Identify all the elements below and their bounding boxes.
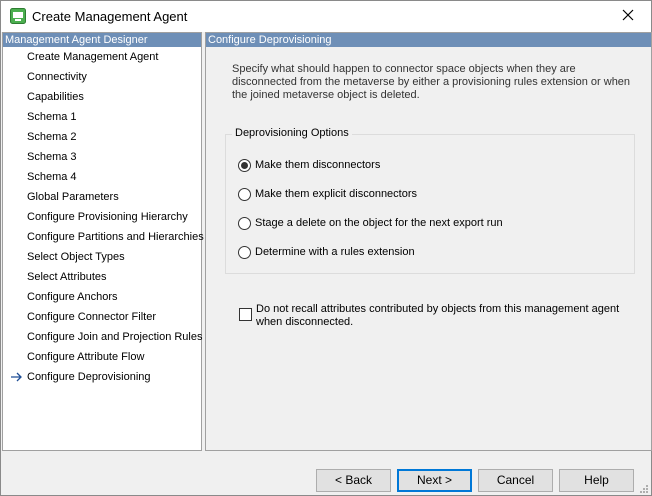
resize-grip-icon[interactable] (639, 483, 649, 493)
deprovisioning-option-3[interactable]: Stage a delete on the object for the nex… (238, 215, 503, 231)
deprovisioning-description: Specify what should happen to connector … (232, 63, 631, 101)
radio-button[interactable] (238, 216, 251, 230)
arrow-right-icon (11, 367, 25, 387)
sidebar-item-configure-provisioning-hierarchy[interactable]: Configure Provisioning Hierarchy (3, 207, 201, 227)
no-recall-attributes-checkbox[interactable]: Do not recall attributes contributed by … (239, 303, 639, 329)
sidebar-item-label: Configure Anchors (27, 291, 118, 303)
sidebar-item-label: Connectivity (27, 71, 87, 83)
sidebar-item-label: Schema 4 (27, 171, 77, 183)
deprovisioning-options-legend: Deprovisioning Options (232, 127, 352, 139)
sidebar-item-label: Configure Partitions and Hierarchies (27, 231, 204, 243)
sidebar-item-configure-connector-filter[interactable]: Configure Connector Filter (3, 307, 201, 327)
sidebar-item-select-object-types[interactable]: Select Object Types (3, 247, 201, 267)
close-icon (622, 9, 634, 24)
sidebar-item-configure-join-and-projection-rules[interactable]: Configure Join and Projection Rules (3, 327, 203, 347)
sidebar-item-configure-attribute-flow[interactable]: Configure Attribute Flow (3, 347, 201, 367)
sidebar-item-select-attributes[interactable]: Select Attributes (3, 267, 201, 287)
no-recall-checkbox-label: Do not recall attributes contributed by … (256, 303, 620, 328)
sidebar-item-label: Capabilities (27, 91, 84, 103)
sidebar-item-configure-partitions-and-hierarchies[interactable]: Configure Partitions and Hierarchies (3, 227, 204, 247)
help-button[interactable]: Help (559, 469, 634, 492)
sidebar-item-configure-anchors[interactable]: Configure Anchors (3, 287, 201, 307)
deprovisioning-option-4[interactable]: Determine with a rules extension (238, 244, 415, 260)
designer-panel-header: Management Agent Designer (3, 33, 201, 47)
sidebar-item-schema-4[interactable]: Schema 4 (3, 167, 201, 187)
sidebar-item-label: Schema 1 (27, 111, 77, 123)
sidebar-item-label: Schema 3 (27, 151, 77, 163)
deprovisioning-option-1[interactable]: Make them disconnectors (238, 157, 380, 173)
wizard-button-bar: < Back Next > Cancel Help (1, 451, 651, 495)
sidebar-item-label: Configure Connector Filter (27, 311, 157, 323)
sidebar-item-label: Schema 2 (27, 131, 77, 143)
deprovisioning-option-2[interactable]: Make them explicit disconnectors (238, 186, 417, 202)
create-management-agent-window: Create Management Agent Management Agent… (0, 0, 652, 496)
close-button[interactable] (605, 1, 651, 32)
sidebar-item-label: Configure Attribute Flow (27, 351, 145, 363)
radio-label: Make them disconnectors (255, 159, 381, 171)
sidebar-item-label: Select Object Types (27, 251, 125, 263)
sidebar-item-label: Create Management Agent (27, 51, 159, 63)
radio-label: Stage a delete on the object for the nex… (255, 217, 503, 229)
radio-button[interactable] (238, 245, 251, 259)
sidebar-item-label: Configure Provisioning Hierarchy (27, 211, 188, 223)
next-button[interactable]: Next > (397, 469, 472, 492)
configure-deprovisioning-panel: Configure Deprovisioning Specify what sh… (205, 32, 652, 451)
designer-steps-panel: Management Agent Designer Create Managem… (2, 32, 204, 451)
sidebar-item-configure-deprovisioning[interactable]: Configure Deprovisioning (3, 367, 201, 387)
sidebar-item-label: Select Attributes (27, 271, 107, 283)
back-button[interactable]: < Back (316, 469, 391, 492)
sidebar-item-capabilities[interactable]: Capabilities (3, 87, 201, 107)
steps-list: Create Management Agent Connectivity Capab… (3, 47, 204, 387)
deprovisioning-options-group: Deprovisioning Options Make them disconn… (225, 127, 635, 274)
radio-button[interactable] (238, 158, 251, 172)
sidebar-item-connectivity[interactable]: Connectivity (3, 67, 201, 87)
window-title: Create Management Agent (32, 9, 188, 24)
sidebar-item-label: Configure Join and Projection Rules (27, 331, 203, 343)
management-agent-icon (10, 8, 26, 24)
sidebar-item-create-management-agent[interactable]: Create Management Agent (3, 47, 201, 67)
radio-label: Determine with a rules extension (255, 246, 415, 258)
radio-button[interactable] (238, 187, 251, 201)
radio-label: Make them explicit disconnectors (255, 188, 418, 200)
no-recall-checkbox-box[interactable] (239, 308, 252, 321)
content-panel-header: Configure Deprovisioning (206, 33, 651, 47)
sidebar-item-schema-3[interactable]: Schema 3 (3, 147, 201, 167)
sidebar-item-global-parameters[interactable]: Global Parameters (3, 187, 201, 207)
cancel-button[interactable]: Cancel (478, 469, 553, 492)
title-bar: Create Management Agent (1, 1, 651, 32)
sidebar-item-schema-2[interactable]: Schema 2 (3, 127, 201, 147)
sidebar-item-schema-1[interactable]: Schema 1 (3, 107, 201, 127)
sidebar-item-label: Global Parameters (27, 191, 119, 203)
sidebar-item-label: Configure Deprovisioning (27, 371, 151, 383)
